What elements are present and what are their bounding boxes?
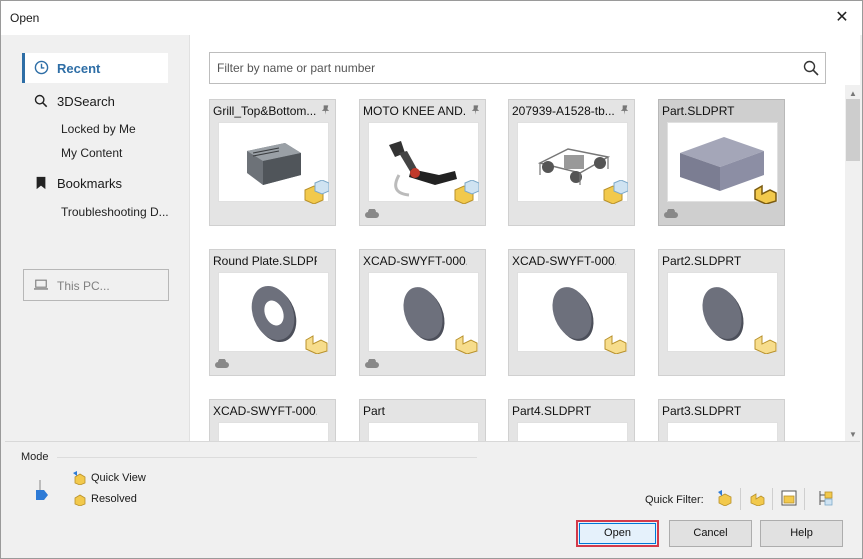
sidebar-item-locked-by-me[interactable]: Locked by Me [61, 122, 136, 136]
drawing-filter-icon [781, 490, 797, 506]
cloud-icon [215, 359, 229, 368]
file-name: Part [363, 404, 386, 418]
part-icon [754, 184, 777, 204]
sidebar-item-my-content[interactable]: My Content [61, 146, 122, 160]
search-icon [34, 94, 48, 108]
this-pc-button[interactable]: This PC... [23, 269, 169, 301]
file-name: XCAD-SWYFT-000... [363, 254, 467, 268]
mode-panel: Mode Quick View Resolved Quick Filter: O… [5, 441, 860, 556]
file-name: XCAD-SWYFT-000... [512, 254, 616, 268]
file-tile[interactable]: Round Plate.SLDPRT [209, 249, 336, 376]
title-bar: Open ✕ [1, 1, 862, 35]
filter-drawings-button[interactable] [777, 486, 801, 510]
file-thumbnail [517, 422, 628, 441]
open-dialog: Open ✕ Recent 3DSearch Locked by Me My C… [0, 0, 863, 559]
file-name: MOTO KNEE AND... [363, 104, 467, 118]
filter-parts-button[interactable] [745, 486, 769, 510]
assembly-icon [304, 180, 329, 204]
assembly-icon [454, 180, 479, 204]
file-name: Grill_Top&Bottom... [213, 104, 317, 118]
cancel-button[interactable]: Cancel [669, 520, 752, 547]
scrollbar-thumb[interactable] [846, 99, 860, 161]
open-button-label: Open [579, 523, 656, 544]
file-tile[interactable]: Part2.SLDPRT [658, 249, 785, 376]
sidebar-item-recent[interactable]: Recent [22, 53, 168, 83]
part-icon [305, 335, 328, 354]
toolbar-separator [804, 488, 805, 510]
file-tile[interactable]: Part3.SLDPRT [658, 399, 785, 441]
filter-input[interactable] [211, 54, 791, 82]
mode-option-label: Quick View [91, 472, 146, 484]
sidebar-item-troubleshooting[interactable]: Troubleshooting D... [61, 205, 169, 219]
file-browser: Grill_Top&Bottom... MOTO KNEE AND... [189, 35, 860, 441]
mode-slider[interactable] [35, 480, 49, 502]
cloud-icon [664, 209, 678, 218]
file-tile-selected[interactable]: Part.SLDPRT [658, 99, 785, 226]
cloud-icon [365, 209, 379, 218]
help-button[interactable]: Help [760, 520, 843, 547]
file-thumbnail [368, 422, 479, 441]
mode-option-label: Resolved [91, 493, 137, 505]
sidebar: Recent 3DSearch Locked by Me My Content … [5, 35, 188, 441]
file-name: Part4.SLDPRT [512, 404, 592, 418]
file-name: Round Plate.SLDPRT [213, 254, 317, 268]
file-thumbnail [218, 422, 329, 441]
filter-top-level-button[interactable] [813, 486, 837, 510]
scroll-up-icon[interactable]: ▲ [849, 89, 857, 98]
window-title: Open [10, 11, 40, 25]
file-name: Part3.SLDPRT [662, 404, 742, 418]
toolbar-separator [740, 488, 741, 510]
filter-assemblies-button[interactable] [713, 486, 737, 510]
vertical-scrollbar[interactable]: ▲ ▼ [845, 85, 860, 441]
sidebar-item-label: 3DSearch [57, 94, 115, 109]
file-name: Part2.SLDPRT [662, 254, 742, 268]
file-tile[interactable]: MOTO KNEE AND... [359, 99, 486, 226]
search-icon[interactable] [803, 60, 819, 76]
pin-icon[interactable] [619, 104, 630, 116]
sidebar-item-label: Recent [57, 61, 101, 76]
clock-icon [34, 60, 49, 75]
cloud-icon [365, 359, 379, 368]
part-icon [604, 335, 627, 354]
file-tile[interactable]: XCAD-SWYFT-000... [209, 399, 336, 441]
top-level-filter-icon [819, 491, 833, 506]
assembly-filter-icon [718, 490, 732, 506]
file-thumbnail [667, 422, 778, 441]
close-icon[interactable]: ✕ [832, 8, 852, 28]
part-icon [754, 335, 777, 354]
file-tile[interactable]: XCAD-SWYFT-000... [508, 249, 635, 376]
filter-box [209, 52, 826, 84]
file-name: 207939-A1528-tb... [512, 104, 615, 118]
scroll-down-icon[interactable]: ▼ [849, 430, 857, 439]
file-tile[interactable]: 207939-A1528-tb... [508, 99, 635, 226]
toolbar-separator [772, 488, 773, 510]
resolved-icon [74, 494, 86, 506]
open-button[interactable]: Open [576, 520, 659, 547]
file-tile[interactable]: Grill_Top&Bottom... [209, 99, 336, 226]
pin-icon[interactable] [470, 104, 481, 116]
sidebar-item-label: Bookmarks [57, 176, 123, 191]
quick-view-icon [73, 471, 86, 485]
assembly-icon [603, 180, 628, 204]
file-tile[interactable]: Part [359, 399, 486, 441]
pin-icon[interactable] [320, 104, 331, 116]
file-tile[interactable]: Part4.SLDPRT [508, 399, 635, 441]
laptop-icon [34, 279, 48, 290]
mode-divider [57, 457, 477, 458]
bookmark-icon [36, 176, 46, 190]
part-icon [455, 335, 478, 354]
mode-label: Mode [21, 451, 49, 463]
file-name: Part.SLDPRT [662, 104, 735, 118]
quick-filter-label: Quick Filter: [645, 494, 704, 506]
part-filter-icon [750, 493, 765, 506]
file-name: XCAD-SWYFT-000... [213, 404, 317, 418]
file-tile[interactable]: XCAD-SWYFT-000... [359, 249, 486, 376]
this-pc-label: This PC... [57, 279, 110, 293]
